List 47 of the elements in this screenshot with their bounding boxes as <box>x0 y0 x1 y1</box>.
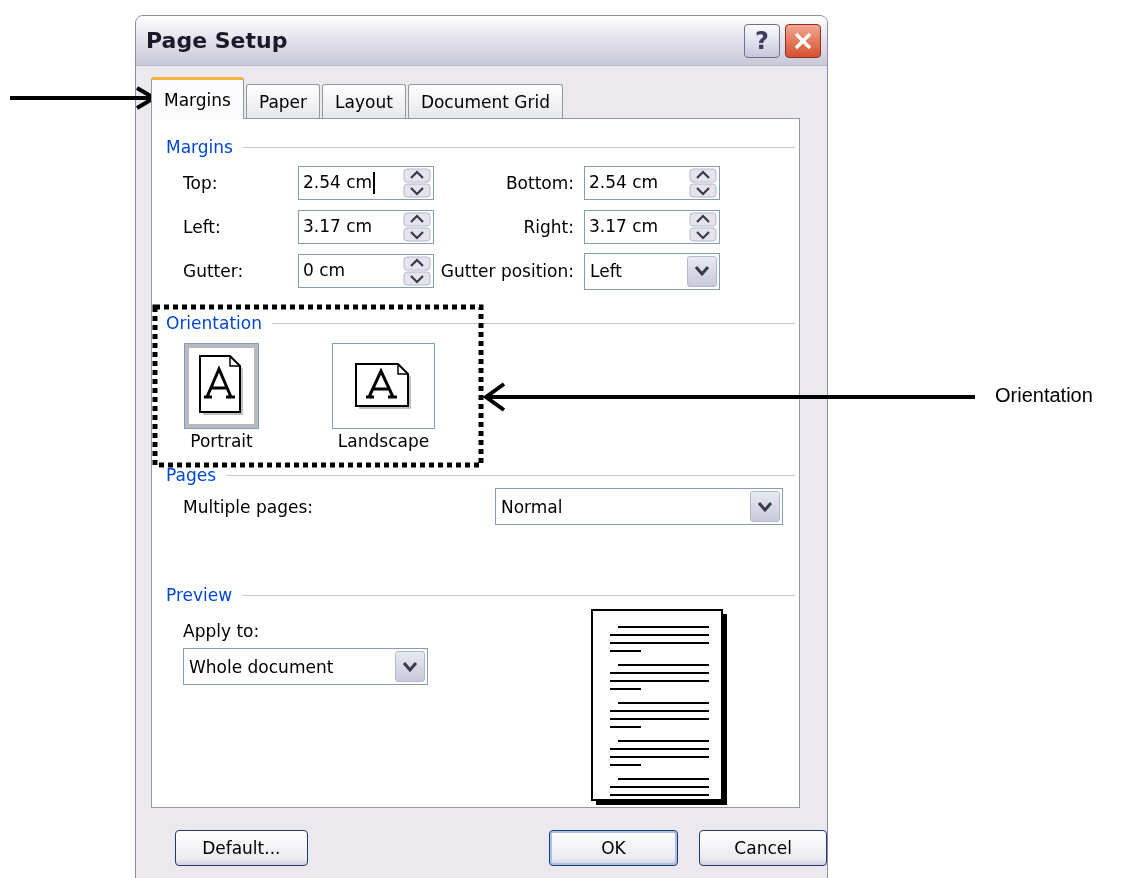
dropdown-field[interactable]: Whole document <box>183 648 428 685</box>
field-label: Apply to: <box>183 621 261 641</box>
spin-arrows-icon[interactable] <box>403 168 431 198</box>
chevron-down-icon <box>757 500 773 513</box>
dialog-button[interactable]: Default... <box>175 830 308 866</box>
window-title: Page Setup <box>146 28 289 53</box>
dropdown-button[interactable] <box>687 255 717 287</box>
spin-field[interactable]: 2.54 cm <box>584 166 720 200</box>
dropdown-button[interactable] <box>395 651 425 682</box>
spin-field[interactable]: 2.54 cm <box>298 166 434 200</box>
spin-arrows-icon[interactable] <box>689 212 717 242</box>
field-label: Top: <box>183 173 219 193</box>
group-title: Margins <box>166 137 233 157</box>
group-title: Pages <box>166 465 216 485</box>
spin-arrows-icon[interactable] <box>403 256 431 286</box>
tab[interactable]: Margins <box>151 77 244 119</box>
group-title: Orientation <box>166 313 262 333</box>
field-label: Gutter position: <box>439 261 575 281</box>
dialog-button[interactable]: OK <box>548 830 679 866</box>
option-label: Landscape <box>337 431 430 451</box>
dropdown-field[interactable]: Normal <box>495 488 783 525</box>
tab[interactable]: Layout <box>322 84 406 118</box>
spin-field[interactable]: 3.17 cm <box>584 210 720 244</box>
dropdown-field[interactable]: Left <box>584 252 720 290</box>
close-icon <box>793 30 813 51</box>
spin-field[interactable]: 0 cm <box>298 254 434 288</box>
spin-arrows-icon[interactable] <box>403 212 431 242</box>
spin-arrows-icon[interactable] <box>689 168 717 198</box>
dropdown-button[interactable] <box>750 491 780 522</box>
tab[interactable]: Paper <box>245 84 321 118</box>
tab[interactable]: Document Grid <box>407 84 564 118</box>
field-label: Left: <box>183 217 222 237</box>
field-label: Bottom: <box>504 173 575 193</box>
field-label: Right: <box>522 217 575 237</box>
spin-field[interactable]: 3.17 cm <box>298 210 434 244</box>
option-label: Portrait <box>190 431 253 451</box>
callout-label: Orientation <box>995 384 1093 407</box>
field-label: Multiple pages: <box>183 496 313 517</box>
orientation-option[interactable] <box>184 343 259 429</box>
help-button[interactable]: ? <box>744 23 780 58</box>
chevron-down-icon <box>402 660 418 673</box>
field-label: Gutter: <box>183 261 245 281</box>
group-title: Preview <box>166 585 233 605</box>
dialog-button[interactable]: Cancel <box>699 830 827 866</box>
orientation-option[interactable] <box>332 343 435 429</box>
chevron-down-icon <box>694 265 710 277</box>
close-button[interactable] <box>785 23 821 58</box>
